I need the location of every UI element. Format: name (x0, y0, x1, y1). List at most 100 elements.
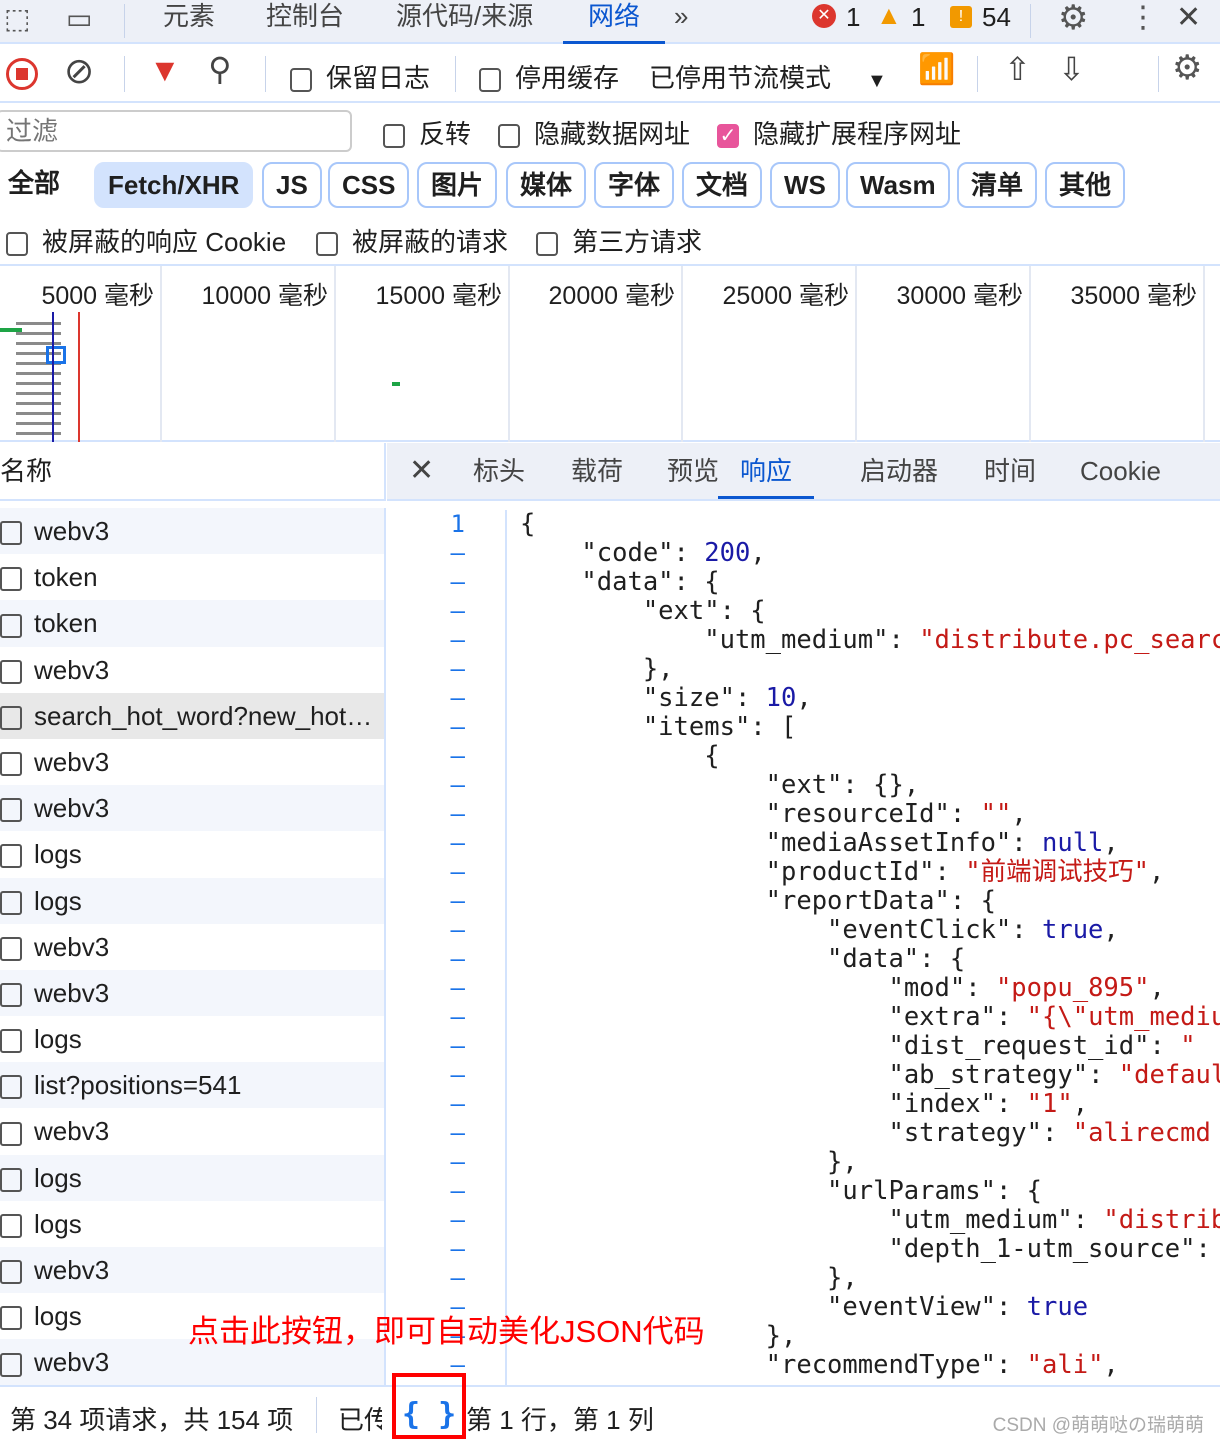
type-filter-0[interactable]: 全部 (0, 162, 73, 208)
settings-gear-icon[interactable]: ⚙ (1058, 0, 1088, 38)
json-token: : { (673, 567, 720, 597)
request-checkbox[interactable] (0, 659, 22, 684)
warning-icon[interactable]: ▲ (876, 0, 902, 31)
issues-count[interactable]: 54 (982, 2, 1011, 33)
request-checkbox[interactable] (0, 983, 22, 1007)
request-checkbox[interactable] (0, 613, 22, 638)
issues-icon[interactable]: ! (950, 6, 972, 28)
request-checkbox[interactable] (0, 1260, 22, 1285)
type-filter-6[interactable]: 字体 (594, 162, 675, 208)
json-token: "ali" (1026, 1350, 1104, 1380)
request-checkbox[interactable] (0, 567, 22, 592)
detail-tab-1[interactable]: 载荷 (571, 443, 623, 499)
request-checkbox[interactable] (0, 1167, 22, 1192)
request-row[interactable]: list?positions=541 (0, 1062, 384, 1109)
detail-tab-0[interactable]: 标头 (473, 443, 525, 499)
hide-data-urls-checkbox[interactable]: 隐藏数据网址 (498, 114, 690, 151)
more-tabs-button[interactable]: » (674, 0, 688, 44)
request-checkbox[interactable] (0, 521, 22, 546)
type-filter-10[interactable]: 清单 (957, 162, 1038, 208)
device-toolbar-icon[interactable]: ▭ (66, 2, 92, 35)
request-row[interactable]: webv3 (0, 508, 384, 555)
tab-elements[interactable]: 元素 (163, 0, 215, 44)
request-row[interactable]: logs (0, 831, 384, 877)
request-row[interactable]: webv3 (0, 647, 384, 693)
preserve-log-checkbox[interactable]: 保留日志 (290, 58, 430, 95)
clear-icon[interactable]: ⊘ (64, 50, 94, 92)
name-column-header[interactable]: 名称 (0, 443, 386, 501)
type-filter-4[interactable]: 图片 (417, 162, 498, 208)
error-count[interactable]: 1 (846, 2, 860, 33)
type-filter-11[interactable]: 其他 (1045, 162, 1126, 208)
hide-extension-urls-checkbox[interactable]: ✓ 隐藏扩展程序网址 (717, 114, 961, 151)
request-row[interactable]: logs (0, 1201, 384, 1247)
record-stop-icon[interactable] (6, 58, 38, 90)
request-checkbox[interactable] (0, 1029, 22, 1054)
type-filter-5[interactable]: 媒体 (506, 162, 587, 208)
network-settings-icon[interactable]: ⚙ (1172, 48, 1202, 88)
network-conditions-icon[interactable]: 📶 (918, 52, 955, 87)
request-checkbox[interactable] (0, 890, 22, 915)
filter-icon[interactable]: ▼ (149, 52, 181, 89)
request-row[interactable]: webv3 (0, 785, 384, 832)
watermark: CSDN @萌萌哒の瑞萌萌 (992, 1415, 1204, 1436)
type-filter-8[interactable]: WS (770, 162, 840, 208)
type-filter-2[interactable]: JS (262, 162, 322, 208)
request-row[interactable]: logs (0, 1016, 384, 1062)
request-checkbox[interactable] (0, 798, 22, 823)
tab-sources[interactable]: 源代码/来源 (396, 0, 533, 44)
detail-tab-3[interactable]: 响应 (718, 443, 815, 499)
detail-tab-5[interactable]: 时间 (984, 443, 1036, 499)
tab-network[interactable]: 网络 (563, 0, 665, 44)
request-row[interactable]: logs (0, 877, 384, 924)
search-icon[interactable]: ⚲ (208, 50, 231, 88)
type-filter-7[interactable]: 文档 (682, 162, 763, 208)
request-row[interactable]: logs (0, 1154, 384, 1201)
json-token: : (1011, 915, 1042, 945)
request-checkbox[interactable] (0, 936, 22, 961)
request-checkbox[interactable] (0, 844, 22, 869)
tab-console[interactable]: 控制台 (266, 0, 344, 44)
type-filter-9[interactable]: Wasm (846, 162, 950, 208)
inspect-element-icon[interactable]: ⬚ (4, 2, 30, 35)
close-detail-icon[interactable]: ✕ (409, 443, 434, 499)
export-har-icon[interactable]: ⇩ (1058, 50, 1085, 88)
detail-tab-2[interactable]: 预览 (667, 443, 719, 499)
error-icon[interactable]: ✕ (812, 4, 836, 28)
code-line: "code": 200, (520, 539, 1220, 568)
request-row[interactable]: webv3 (0, 739, 384, 785)
request-checkbox[interactable] (0, 1213, 22, 1238)
request-row[interactable]: webv3 (0, 1108, 384, 1154)
invert-checkbox[interactable]: 反转 (383, 114, 471, 151)
blocked-requests-checkbox[interactable]: 被屏蔽的请求 (316, 222, 508, 259)
request-checkbox[interactable] (0, 1306, 22, 1331)
request-checkbox[interactable] (0, 1075, 22, 1100)
request-checkbox[interactable] (0, 752, 22, 777)
request-checkbox[interactable] (0, 1352, 22, 1377)
close-devtools-icon[interactable]: ✕ (1176, 0, 1201, 35)
request-name: webv3 (34, 977, 110, 1008)
request-checkbox[interactable] (0, 1121, 22, 1146)
response-json-viewer[interactable]: { "code": 200, "data": { "ext": { "utm_m… (520, 510, 1220, 1385)
type-filter-3[interactable]: CSS (328, 162, 410, 208)
disable-cache-checkbox[interactable]: 停用缓存 (479, 58, 619, 95)
request-row[interactable]: webv3 (0, 924, 384, 970)
third-party-checkbox[interactable]: 第三方请求 (536, 222, 702, 259)
throttling-select[interactable]: 已停用节流模式 ▼ (649, 58, 887, 95)
request-checkbox[interactable] (0, 705, 22, 730)
more-options-icon[interactable]: ⋮ (1128, 0, 1158, 35)
request-row[interactable]: webv3 (0, 1247, 384, 1294)
blocked-cookies-checkbox[interactable]: 被屏蔽的响应 Cookie (6, 222, 286, 259)
request-row[interactable]: webv3 (0, 969, 384, 1017)
detail-tab-6[interactable]: Cookie (1080, 443, 1161, 499)
import-har-icon[interactable]: ⇧ (1004, 50, 1031, 88)
request-row[interactable]: token (0, 600, 384, 647)
request-row[interactable]: search_hot_word?new_hot_flag=1 (0, 692, 384, 739)
filter-input[interactable] (0, 110, 352, 152)
network-overview-timeline[interactable]: 5000 毫秒 10000 毫秒 15000 毫秒 20000 毫秒 25000 毫秒 3… (0, 264, 1220, 442)
panel-tabbar: ⬚ ▭ 元素 控制台 源代码/来源 网络 » ✕ 1 ▲ 1 ! 54 ⚙ ⋮ … (0, 0, 1220, 44)
detail-tab-4[interactable]: 启动器 (860, 443, 938, 499)
type-filter-1[interactable]: Fetch/XHR (94, 162, 254, 208)
request-row[interactable]: token (0, 554, 384, 600)
warning-count[interactable]: 1 (911, 2, 925, 33)
